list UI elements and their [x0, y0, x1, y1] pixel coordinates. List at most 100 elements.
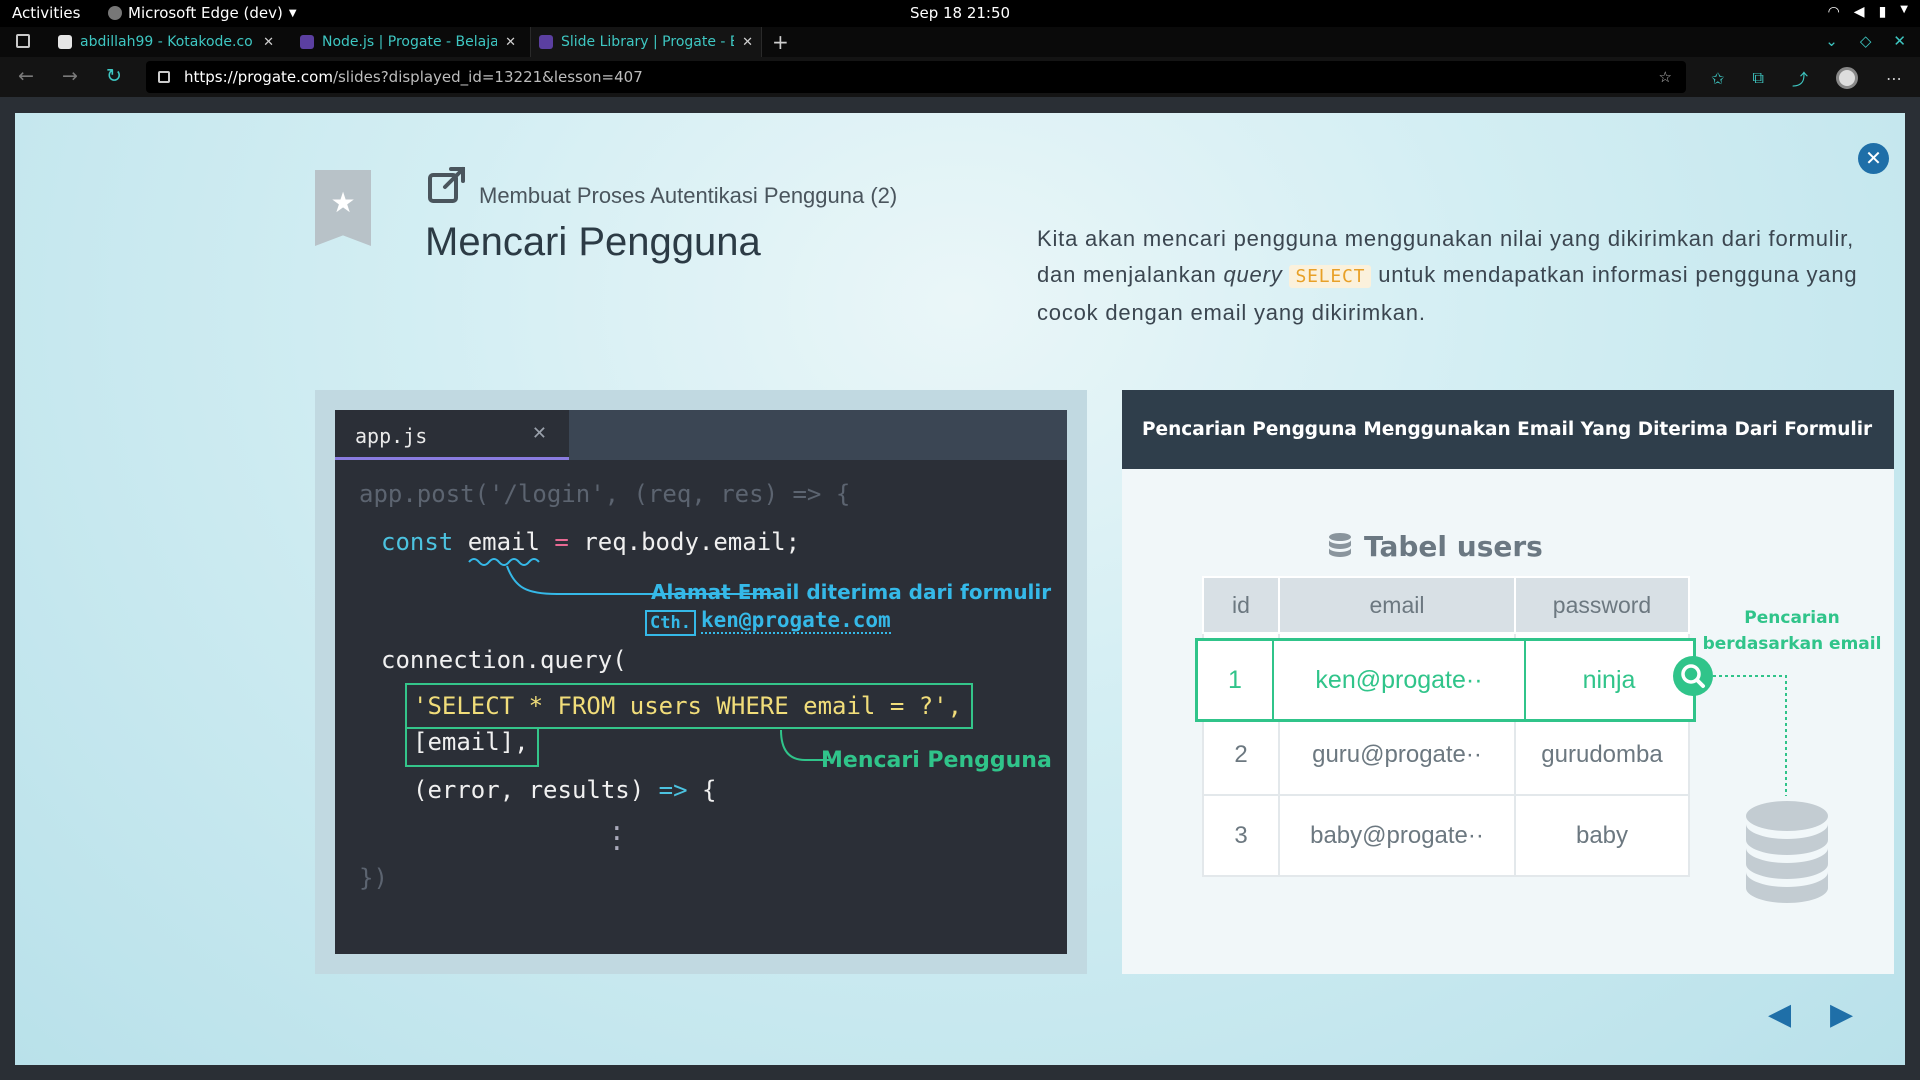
lesson-subtitle: Membuat Proses Autentikasi Pengguna (2) [479, 183, 898, 208]
next-slide-icon[interactable]: ▶ [1830, 997, 1853, 1032]
search-label: Pencarian berdasarkan email [1692, 605, 1892, 657]
table-title-text: Tabel users [1364, 530, 1543, 563]
code-body: app.post('/login', (req, res) => { const… [335, 460, 1067, 954]
chevron-down-icon[interactable]: ⌄ [1825, 32, 1838, 50]
code-line-5: [email], [413, 728, 529, 756]
email-annotation: Alamat Email diterima dari formulir [651, 580, 1052, 604]
address-bar: ← → ↻ https://progate.com/slides?display… [0, 57, 1920, 97]
share-icon[interactable]: ⤴ [1792, 66, 1808, 90]
cell-id: 2 [1202, 713, 1280, 796]
callback-args: (error, results) [413, 776, 645, 804]
search-label-line-2: berdasarkan email [1702, 634, 1882, 654]
lock-icon[interactable] [158, 71, 170, 83]
column-header-id: id [1202, 576, 1280, 634]
sql-keyword-badge: SELECT [1289, 265, 1372, 288]
close-icon[interactable]: ✕ [742, 35, 753, 50]
close-slide-button[interactable]: ✕ [1858, 143, 1889, 174]
code-rhs: req.body.email; [583, 528, 801, 556]
code-keyword-const: const [381, 528, 454, 556]
tab-bar: abdillah99 - Kotakode.co ✕ Node.js | Pro… [0, 27, 1920, 57]
diagram-header: Pencarian Pengguna Menggunakan Email Yan… [1122, 390, 1894, 469]
system-top-bar: Activities Microsoft Edge (dev) ▼ Sep 18… [0, 0, 1920, 27]
column-header-email: email [1278, 576, 1516, 634]
url-field[interactable]: https://progate.com/slides?displayed_id=… [146, 61, 1686, 93]
reload-icon[interactable]: ↻ [106, 65, 122, 87]
tab-slide-library[interactable]: Slide Library | Progate - B ✕ [530, 27, 762, 57]
tab-progate-nodejs[interactable]: Node.js | Progate - Belaja ✕ [292, 27, 524, 57]
matched-cell-email: ken@progate·· [1315, 666, 1483, 694]
chevron-down-icon: ▼ [1900, 4, 1908, 15]
code-line-4: 'SELECT * FROM users WHERE email = ?', [413, 692, 963, 720]
code-line-3: connection.query( [381, 646, 627, 674]
close-icon[interactable]: ✕ [263, 35, 274, 50]
example-tag: Cth. [645, 610, 696, 636]
forward-icon[interactable]: → [62, 65, 78, 87]
close-icon[interactable]: ✕ [1893, 32, 1906, 50]
more-menu-icon[interactable]: ⋯ [1886, 69, 1902, 88]
ellipsis-icon: · · · [609, 814, 625, 864]
progate-favicon-icon [300, 35, 314, 49]
database-icon [1329, 532, 1351, 557]
url-host: https://progate.com [184, 68, 333, 86]
clock[interactable]: Sep 18 21:50 [0, 4, 1920, 22]
favorites-icon[interactable]: ✩ [1711, 69, 1724, 88]
bookmark-button[interactable]: ★ [315, 170, 371, 246]
diagram-panel: Pencarian Pengguna Menggunakan Email Yan… [1122, 390, 1894, 974]
editor-tab-app-js[interactable]: app.js ✕ [335, 410, 569, 460]
cell-id: 3 [1202, 794, 1280, 877]
url-text: https://progate.com/slides?displayed_id=… [184, 68, 643, 86]
tab-title: Node.js | Progate - Belaja [322, 34, 498, 50]
tab-bar-controls: ⌄ ◇ ✕ [1825, 32, 1906, 50]
new-tab-button[interactable]: + [772, 30, 789, 54]
code-var-email: email [467, 528, 540, 556]
progate-favicon-icon [539, 35, 553, 49]
back-icon[interactable]: ← [18, 65, 34, 87]
battery-icon: ▮ [1878, 4, 1887, 20]
matched-cell-id: 1 [1228, 666, 1242, 694]
column-header-password: password [1514, 576, 1690, 634]
vertical-tabs-icon[interactable] [16, 34, 30, 48]
external-link-icon[interactable] [427, 165, 467, 205]
slide-title: Mencari Pengguna [425, 220, 761, 264]
database-icon [1746, 801, 1828, 903]
table-row: 2 guru@progate·· gurudomba [1202, 713, 1690, 796]
tab-kotakode[interactable]: abdillah99 - Kotakode.co ✕ [50, 27, 282, 57]
users-table: id email password 2 guru@progate·· gurud… [1202, 576, 1690, 877]
profile-avatar[interactable] [1836, 67, 1858, 89]
system-tray[interactable]: ◠ ◀ ▮ ▼ [1828, 4, 1908, 20]
url-path: /slides?displayed_id=13221&lesson=407 [332, 68, 643, 86]
cell-password: baby [1514, 794, 1690, 877]
volume-icon: ◀ [1853, 4, 1865, 20]
editor-tab-bar: app.js ✕ [335, 410, 1067, 460]
code-line-1: app.post('/login', (req, res) => { [359, 480, 851, 508]
matched-cell-password: ninja [1582, 666, 1636, 694]
example-email: ken@progate.com [701, 608, 891, 634]
tab-title: Slide Library | Progate - B [561, 34, 735, 50]
kotakode-favicon-icon [58, 35, 72, 49]
code-line-end: }) [359, 864, 388, 892]
code-panel: app.js ✕ app.post('/login', (req, res) =… [315, 390, 1087, 974]
toolbar-icons: ✩ ⧉ ⤴ ⋯ [1711, 66, 1902, 90]
arrow-token: => [658, 776, 688, 804]
wifi-icon: ◠ [1827, 4, 1840, 20]
cell-email: guru@progate·· [1278, 713, 1516, 796]
code-line-2: const email = req.body.email; [381, 528, 800, 556]
table-row: 3 baby@progate·· baby [1202, 794, 1690, 877]
diamond-icon[interactable]: ◇ [1860, 32, 1872, 50]
collections-icon[interactable]: ⧉ [1753, 68, 1764, 88]
close-icon: ✕ [531, 423, 547, 444]
cell-email: baby@progate·· [1278, 794, 1516, 877]
tab-title: abdillah99 - Kotakode.co [80, 34, 253, 50]
code-editor: app.js ✕ app.post('/login', (req, res) =… [335, 410, 1067, 954]
previous-slide-icon[interactable]: ◀ [1768, 997, 1791, 1032]
editor-tab-filename: app.js [355, 424, 428, 448]
search-annotation: Mencari Pengguna [821, 748, 1052, 773]
brace-token: { [702, 776, 717, 804]
desc-italic: query [1223, 262, 1283, 287]
add-favorite-icon[interactable]: ☆ [1659, 68, 1672, 86]
search-label-line-1: Pencarian [1744, 608, 1840, 628]
close-icon[interactable]: ✕ [505, 35, 516, 50]
table-header-row: id email password [1202, 576, 1690, 634]
cell-password: gurudomba [1514, 713, 1690, 796]
matched-row-highlight: 1 ken@progate·· ninja [1195, 638, 1696, 722]
